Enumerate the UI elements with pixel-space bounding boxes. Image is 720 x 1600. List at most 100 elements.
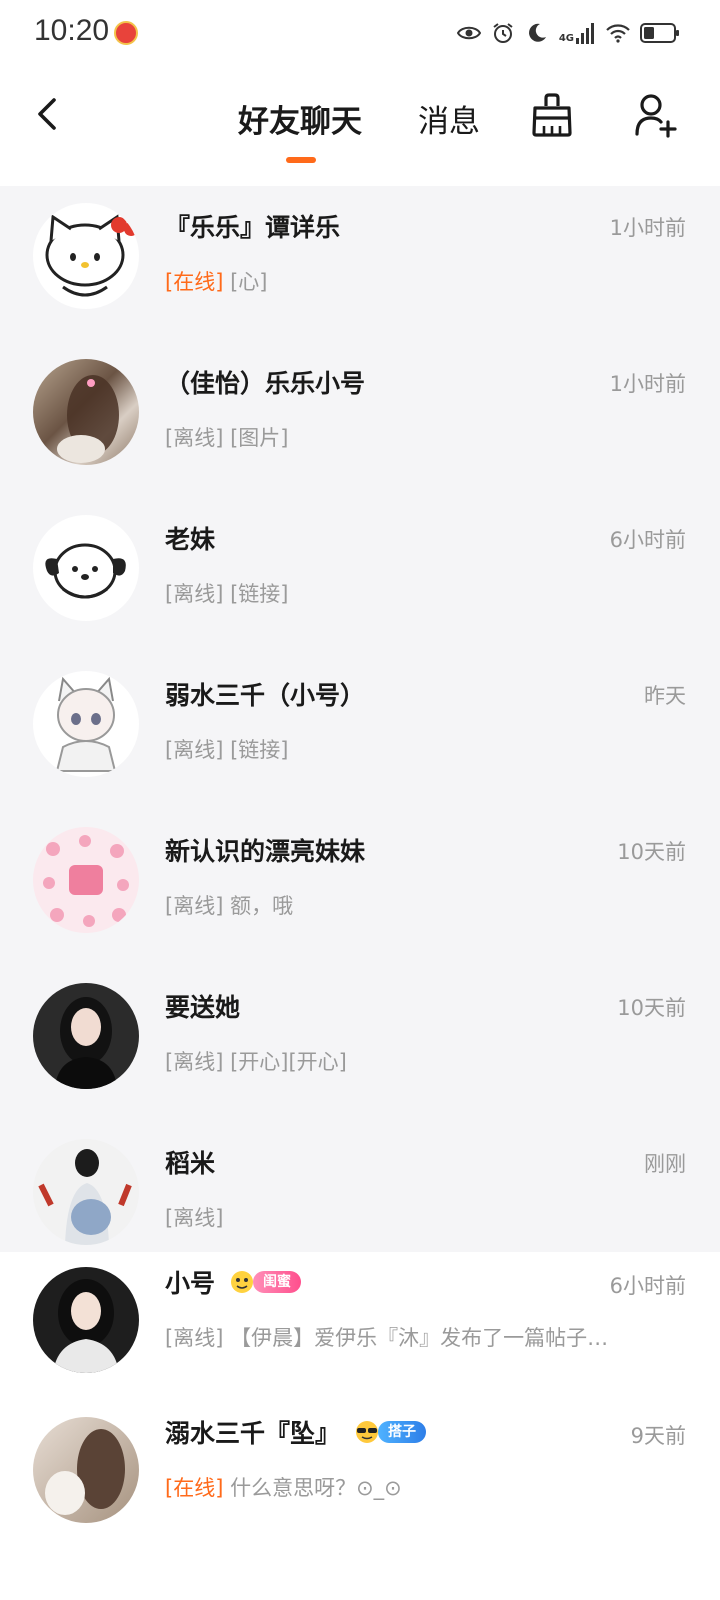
battery-icon — [640, 23, 679, 43]
header: 好友聊天 消息 — [0, 66, 720, 186]
message-preview: [离线] [链接] — [165, 578, 288, 608]
anime-avatar-icon — [55, 676, 117, 772]
relationship-badge: 闺蜜 — [227, 1269, 302, 1295]
photo-avatar-icon — [38, 1149, 132, 1245]
avatar[interactable] — [33, 827, 139, 933]
name-line: 要送她 — [165, 988, 240, 1024]
contact-name: 小号 — [165, 1269, 216, 1298]
list-item[interactable]: （佳怡）乐乐小号 1小时前 [离线] [图片] — [0, 342, 720, 498]
avatar[interactable] — [33, 515, 139, 621]
contact-name: 弱水三千（小号） — [165, 681, 366, 710]
message-preview: [离线] — [165, 1202, 223, 1232]
name-line: 『乐乐』谭详乐 — [165, 208, 340, 244]
photo-avatar-icon — [53, 1279, 119, 1373]
online-status: [离线] — [165, 426, 224, 450]
message-time: 昨天 — [644, 684, 686, 708]
last-message: [链接] — [230, 582, 289, 606]
contact-name: （佳怡）乐乐小号 — [165, 369, 366, 398]
badge-label: 搭子 — [378, 1421, 427, 1443]
message-preview: [离线] 【伊晨】爱伊乐『沐』发布了一篇帖子… — [165, 1322, 608, 1352]
list-item[interactable]: 弱水三千（小号） 昨天 [离线] [链接] — [0, 654, 720, 810]
photo-avatar-icon — [57, 375, 119, 463]
message-preview: [在线] 什么意思呀？⊙_⊙ — [165, 1472, 402, 1502]
tab-friend-chat[interactable]: 好友聊天 — [238, 96, 362, 141]
online-status: [离线] — [165, 1326, 224, 1350]
name-line: 小号 闺蜜 — [165, 1264, 302, 1300]
last-message: [心] — [230, 270, 268, 294]
online-status: [离线] — [165, 582, 224, 606]
photo-avatar-icon — [45, 1429, 125, 1515]
online-status: [离线] — [165, 894, 224, 918]
status-icons: 4G — [456, 18, 680, 48]
wifi-icon — [606, 24, 630, 43]
avatar[interactable] — [33, 1139, 139, 1245]
message-time: 刚刚 — [644, 1152, 686, 1176]
back-icon[interactable] — [30, 94, 66, 134]
last-message: [开心][开心] — [230, 1050, 347, 1074]
contact-name: 要送她 — [165, 993, 241, 1022]
message-time: 10天前 — [617, 840, 686, 864]
pink-pattern-avatar-icon — [43, 835, 129, 927]
last-message: [链接] — [230, 738, 289, 762]
message-preview: [在线] [心] — [165, 266, 267, 296]
status-time: 10:20 — [34, 14, 110, 47]
contact-name: 稻米 — [165, 1149, 216, 1178]
last-message: 额，哦 — [230, 894, 294, 918]
contact-name: 老妹 — [165, 525, 216, 554]
online-status: [在线] — [165, 1476, 224, 1500]
name-line: 溺水三千『坠』 搭子 — [165, 1414, 427, 1450]
network-type: 4G — [558, 33, 574, 44]
kitty-avatar-icon — [45, 214, 138, 297]
list-item[interactable]: 『乐乐』谭详乐 1小时前 [在线] [心] — [0, 186, 720, 342]
online-status: [离线] — [165, 738, 224, 762]
message-time: 6小时前 — [609, 528, 686, 552]
list-item[interactable]: 老妹 6小时前 [离线] [链接] — [0, 498, 720, 654]
online-status: [在线] — [165, 270, 224, 294]
name-line: 老妹 — [165, 520, 215, 556]
regular-group: 小号 闺蜜 6小时前 [离线] 【伊晨】爱伊乐『沐』发布了一篇帖子… 溺水三千『… — [0, 1252, 720, 1562]
avatar[interactable] — [33, 671, 139, 777]
alarm-icon — [493, 23, 513, 43]
list-item[interactable]: 小号 闺蜜 6小时前 [离线] 【伊晨】爱伊乐『沐』发布了一篇帖子… — [0, 1252, 720, 1402]
last-message: [图片] — [230, 426, 289, 450]
puppy-avatar-icon — [45, 543, 126, 599]
signal-icon — [576, 23, 594, 44]
name-line: （佳怡）乐乐小号 — [165, 364, 365, 400]
message-preview: [离线] [链接] — [165, 734, 288, 764]
contact-name: 溺水三千『坠』 — [165, 1419, 341, 1448]
notification-app-icon — [114, 21, 138, 45]
list-item[interactable]: 要送她 10天前 [离线] [开心][开心] — [0, 966, 720, 1122]
add-friend-icon[interactable] — [634, 92, 678, 138]
message-time: 6小时前 — [609, 1274, 686, 1298]
avatar[interactable] — [33, 359, 139, 465]
photo-avatar-icon — [55, 997, 117, 1089]
message-time: 1小时前 — [609, 216, 686, 240]
pinned-group: 『乐乐』谭详乐 1小时前 [在线] [心] （佳怡）乐乐小号 1小时前 [离线]… — [0, 186, 720, 1252]
message-preview: [离线] [开心][开心] — [165, 1046, 347, 1076]
signal-indicator: 4G — [559, 22, 596, 44]
avatar[interactable] — [33, 983, 139, 1089]
last-message: 【伊晨】爱伊乐『沐』发布了一篇帖子… — [230, 1326, 609, 1350]
moon-icon — [528, 23, 546, 42]
list-item[interactable]: 稻米 刚刚 [离线] — [0, 1122, 720, 1252]
message-time: 10天前 — [617, 996, 686, 1020]
message-time: 1小时前 — [609, 372, 686, 396]
list-item[interactable]: 溺水三千『坠』 搭子 9天前 [在线] 什么意思呀？⊙_⊙ — [0, 1402, 720, 1562]
message-preview: [离线] 额，哦 — [165, 890, 293, 920]
name-line: 稻米 — [165, 1144, 215, 1180]
avatar[interactable] — [33, 1267, 139, 1373]
name-line: 弱水三千（小号） — [165, 676, 365, 712]
list-item[interactable]: 新认识的漂亮妹妹 10天前 [离线] 额，哦 — [0, 810, 720, 966]
badge-label: 闺蜜 — [253, 1271, 302, 1293]
broom-icon[interactable] — [530, 92, 574, 138]
last-message: 什么意思呀？⊙_⊙ — [230, 1476, 402, 1500]
tab-messages[interactable]: 消息 — [418, 96, 480, 141]
eye-icon — [456, 26, 481, 40]
conversation-list: 『乐乐』谭详乐 1小时前 [在线] [心] （佳怡）乐乐小号 1小时前 [离线]… — [0, 186, 720, 1600]
contact-name: 『乐乐』谭详乐 — [165, 213, 341, 242]
message-preview: [离线] [图片] — [165, 422, 288, 452]
online-status: [离线] — [165, 1206, 224, 1230]
avatar[interactable] — [33, 203, 139, 309]
active-tab-indicator — [286, 157, 316, 163]
avatar[interactable] — [33, 1417, 139, 1523]
